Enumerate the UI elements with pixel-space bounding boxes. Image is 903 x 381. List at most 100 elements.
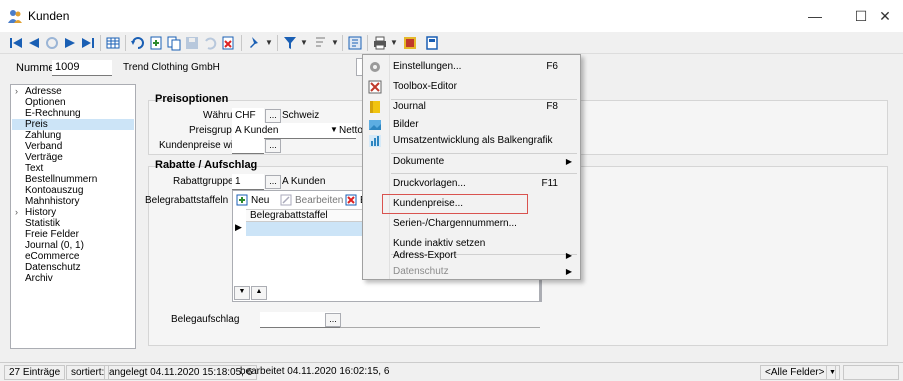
created-info: angelegt 04.11.2020 15:18:05, 6 (104, 365, 258, 380)
reload-icon[interactable] (130, 35, 146, 51)
netto-label: Netto (339, 125, 363, 136)
waehrung-field[interactable]: CHF (232, 108, 264, 124)
nav-item-e-rechnung[interactable]: E-Rechnung (25, 108, 81, 119)
nav-item-adresse[interactable]: Adresse (25, 86, 62, 97)
nav-item-statistik[interactable]: Statistik (25, 218, 60, 229)
rabattgruppe-label: Rabattgruppe (173, 176, 234, 187)
copy-record-icon[interactable] (166, 35, 182, 51)
preisgruppe-dropdown-icon[interactable]: ▼ (330, 125, 338, 134)
rabattgruppe-lookup-button[interactable]: ... (265, 175, 281, 189)
fields-dropdown-icon[interactable]: ▼ (826, 365, 840, 380)
notes-icon[interactable] (424, 35, 440, 51)
row-indicator-icon: ▶ (235, 222, 242, 232)
nav-item-optionen[interactable]: Optionen (25, 97, 66, 108)
edited-info: bearbeitet 04.11.2020 16:02:15, 6 (240, 366, 390, 377)
gear-icon (370, 62, 380, 72)
nav-item-history[interactable]: History (25, 207, 56, 218)
menu-item-einstellungen[interactable]: Einstellungen... F6 (363, 57, 580, 77)
journal-icon (370, 101, 380, 113)
navigation-list: › Adresse Optionen E-Rechnung Preis Zahl… (10, 84, 136, 349)
refresh-disabled-icon[interactable] (44, 35, 60, 51)
kundenpreise-highlight (382, 194, 528, 214)
sort-icon[interactable] (313, 35, 329, 51)
table-view-icon[interactable] (105, 35, 121, 51)
toolbar: ▼ ▼ ▼ ▼ (0, 32, 903, 54)
menu-item-toolbox-editor[interactable]: Toolbox-Editor (363, 77, 580, 97)
toolbox-icon (368, 80, 382, 94)
kundenpreise-field[interactable] (232, 138, 264, 154)
bar-chart-icon (369, 135, 381, 147)
expand-history-icon[interactable]: › (15, 207, 18, 217)
edit-icon[interactable] (280, 194, 292, 206)
pin-icon[interactable] (246, 35, 262, 51)
delete-record-icon[interactable] (220, 35, 236, 51)
nav-item-text[interactable]: Text (25, 163, 43, 174)
scroll-down-button[interactable]: ▼ (234, 286, 250, 300)
print-dropdown-icon[interactable]: ▼ (390, 38, 398, 47)
nav-item-ecommerce[interactable]: eCommerce (25, 251, 79, 262)
remove-icon[interactable] (345, 194, 357, 206)
sort-status: sortiert: (66, 365, 110, 380)
belegaufschlag-lookup-button[interactable]: ... (325, 313, 341, 327)
preisoptionen-title: Preisoptionen (155, 93, 229, 105)
nummer-field[interactable]: 1009 (52, 60, 112, 76)
nav-item-kontoauszug[interactable]: Kontoauszug (25, 185, 83, 196)
nav-item-archiv[interactable]: Archiv (25, 273, 53, 284)
neu-button[interactable]: Neu (251, 195, 269, 206)
waehrung-lookup-button[interactable]: ... (265, 109, 281, 123)
nav-item-vertraege[interactable]: Verträge (25, 152, 63, 163)
record-count: 27 Einträge (4, 365, 66, 380)
menu-item-journal[interactable]: Journal F8 (363, 97, 580, 117)
first-record-icon[interactable] (8, 35, 24, 51)
nav-item-zahlung[interactable]: Zahlung (25, 130, 61, 141)
menu-item-dokumente[interactable]: Dokumente ▶ (363, 152, 580, 172)
rabattgruppe-description: A Kunden (282, 176, 326, 187)
save-disabled-icon[interactable] (184, 35, 200, 51)
grid-column-header: Belegrabattstaffel (250, 210, 328, 221)
menu-item-druckvorlagen[interactable]: Druckvorlagen... F11 (363, 174, 580, 194)
pin-dropdown-icon[interactable]: ▼ (265, 38, 273, 47)
customers-icon (8, 10, 22, 23)
title-bar: Kunden — ☐ ✕ (0, 0, 903, 32)
minimize-button[interactable]: — (792, 0, 838, 32)
nav-item-journal[interactable]: Journal (0, 1) (25, 240, 84, 251)
status-bar: 27 Einträge sortiert: angelegt 04.11.202… (0, 362, 903, 381)
submenu-arrow-icon: ▶ (565, 267, 572, 276)
rabatte-title: Rabatte / Aufschlag (155, 159, 258, 171)
undo-disabled-icon[interactable] (202, 35, 218, 51)
customer-name: Trend Clothing GmbH (123, 62, 220, 73)
close-button[interactable]: ✕ (867, 0, 903, 32)
filter-icon[interactable] (282, 35, 298, 51)
fields-selector[interactable]: <Alle Felder> (760, 365, 836, 380)
last-record-icon[interactable] (80, 35, 96, 51)
expand-adresse-icon[interactable]: › (15, 86, 18, 96)
picture-icon (369, 120, 381, 130)
next-record-icon[interactable] (62, 35, 78, 51)
print-icon[interactable] (372, 35, 388, 51)
nav-item-freie-felder[interactable]: Freie Felder (25, 229, 79, 240)
waehrung-description: Schweiz (282, 110, 320, 121)
sort-dropdown-icon[interactable]: ▼ (331, 38, 339, 47)
status-filter-field[interactable] (843, 365, 899, 380)
menu-item-umsatzentwicklung[interactable]: Umsatzentwicklung als Balkengrafik (363, 131, 580, 151)
bearbeiten-button[interactable]: Bearbeiten (295, 195, 343, 206)
submenu-arrow-icon: ▶ (565, 157, 572, 166)
belegrabatt-label: Belegrabattstaffeln (145, 195, 229, 206)
menu-item-datenschutz[interactable]: Datenschutz ▶ (363, 262, 580, 282)
new-record-icon[interactable] (148, 35, 164, 51)
module-icon[interactable] (402, 35, 418, 51)
nav-item-verband[interactable]: Verband (25, 141, 62, 152)
menu-item-serien-chargennummern[interactable]: Serien-/Chargennummern... (363, 214, 580, 234)
extras-menu: Einstellungen... F6 Toolbox-Editor Journ… (362, 54, 581, 280)
rabattgruppe-field[interactable]: 1 (232, 174, 264, 190)
scroll-up-button[interactable]: ▲ (251, 286, 267, 300)
kundenpreise-lookup-button[interactable]: ... (265, 139, 281, 153)
nav-item-datenschutz[interactable]: Datenschutz (25, 262, 81, 273)
new-icon[interactable] (236, 194, 248, 206)
nav-item-mahnhistory[interactable]: Mahnhistory (25, 196, 79, 207)
previous-record-icon[interactable] (26, 35, 42, 51)
nav-item-preis[interactable]: Preis (12, 119, 134, 130)
extras-icon[interactable] (347, 35, 363, 51)
nav-item-bestellnummern[interactable]: Bestellnummern (25, 174, 97, 185)
filter-dropdown-icon[interactable]: ▼ (300, 38, 308, 47)
